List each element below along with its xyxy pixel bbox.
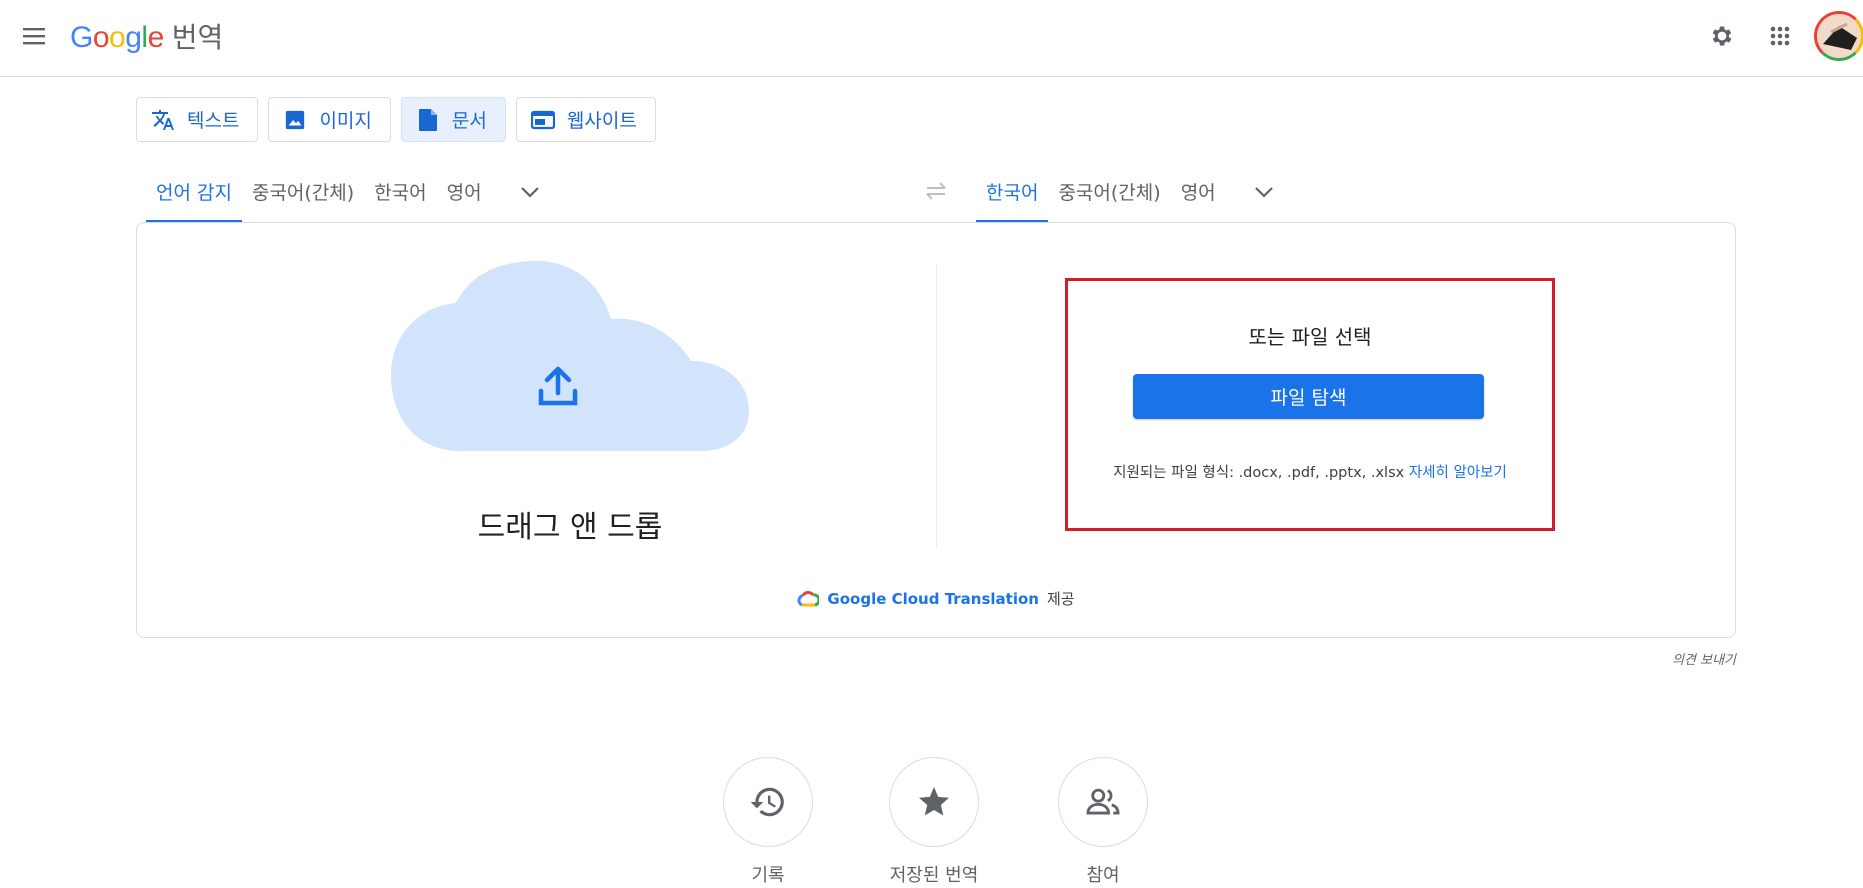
document-icon: [416, 108, 440, 132]
tab-text-label: 텍스트: [187, 110, 240, 132]
tab-text[interactable]: 텍스트: [136, 97, 259, 142]
saved-translations-label: 저장된 번역: [889, 865, 979, 886]
source-lang-korean[interactable]: 한국어: [364, 160, 436, 222]
source-lang-english[interactable]: 영어: [437, 160, 492, 222]
target-lang-korean[interactable]: 한국어: [976, 160, 1049, 222]
saved-circle: [889, 757, 979, 847]
apps-grid-icon: [1770, 26, 1790, 46]
app-header: Google 번역: [0, 0, 1863, 77]
translate-icon: [151, 108, 175, 132]
tab-website-label: 웹사이트: [566, 110, 637, 132]
send-feedback-link[interactable]: 의견 보내기: [1600, 649, 1736, 668]
target-lang-english[interactable]: 영어: [1171, 160, 1226, 222]
history-circle: [723, 757, 813, 847]
browse-files-button[interactable]: 파일 탐색: [1133, 374, 1484, 419]
tab-image-label: 이미지: [319, 110, 372, 132]
source-language-bar: 언어 감지 중국어(간체) 한국어 영어: [146, 160, 550, 222]
google-cloud-icon: [797, 590, 820, 606]
account-avatar[interactable]: [1814, 11, 1863, 61]
saved-translations-button[interactable]: 저장된 번역: [874, 757, 994, 887]
document-upload-card: 드래그 앤 드롭 또는 파일 선택 파일 탐색 지원되는 파일 형식: .doc…: [136, 222, 1736, 638]
drag-and-drop-label: 드래그 앤 드롭: [477, 510, 663, 545]
swap-languages-button[interactable]: [920, 176, 952, 206]
gear-icon: [1712, 26, 1732, 46]
target-more-languages-button[interactable]: [1244, 172, 1284, 212]
google-wordmark: Google: [70, 21, 164, 55]
logo-letter: o: [109, 21, 126, 54]
avatar-image: [1817, 14, 1861, 58]
powered-by: Google Cloud Translation 제공: [137, 588, 1735, 609]
people-icon: [1086, 788, 1120, 815]
tab-website[interactable]: 웹사이트: [515, 97, 656, 142]
product-name: 번역: [171, 21, 224, 54]
card-divider: [936, 265, 937, 547]
tab-document-label: 문서: [451, 110, 487, 132]
mode-tabs: 텍스트 이미지 문서 웹사이트: [136, 97, 656, 142]
google-translate-logo[interactable]: Google 번역: [70, 16, 223, 56]
powered-by-suffix: 제공: [1046, 590, 1075, 608]
learn-more-link[interactable]: 자세히 알아보기: [1409, 465, 1507, 481]
website-icon: [530, 108, 555, 132]
target-language-bar: 한국어 중국어(간체) 영어: [976, 160, 1284, 222]
community-button[interactable]: 참여: [1043, 757, 1163, 887]
logo-letter: g: [125, 21, 142, 54]
target-lang-chinese[interactable]: 중국어(간체): [1048, 160, 1170, 222]
source-lang-detect[interactable]: 언어 감지: [146, 160, 242, 222]
logo-letter: e: [147, 21, 165, 54]
source-lang-chinese[interactable]: 중국어(간체): [242, 160, 364, 222]
history-icon: [750, 787, 784, 817]
logo-letter: G: [70, 21, 93, 54]
google-cloud-translation-link[interactable]: Google Cloud Translation: [827, 590, 1039, 608]
history-button[interactable]: 기록: [708, 757, 828, 887]
or-select-file-label: 또는 파일 선택: [1248, 325, 1372, 349]
tab-document[interactable]: 문서: [400, 97, 506, 142]
swap-icon: [926, 182, 946, 200]
logo-letter: o: [92, 21, 110, 54]
supported-formats-text: 지원되는 파일 형식: .docx, .pdf, .pptx, .xlsx: [1113, 465, 1405, 481]
file-select-panel: 또는 파일 선택 파일 탐색 지원되는 파일 형식: .docx, .pdf, …: [1065, 278, 1555, 531]
source-more-languages-button[interactable]: [510, 172, 550, 212]
main-menu-button[interactable]: [18, 20, 50, 52]
upload-icon: [538, 366, 578, 406]
history-label: 기록: [751, 865, 785, 886]
supported-formats: 지원되는 파일 형식: .docx, .pdf, .pptx, .xlsx 자세…: [1068, 461, 1552, 482]
tab-image[interactable]: 이미지: [268, 97, 391, 142]
cloud-illustration: [391, 261, 749, 451]
menu-icon: [23, 28, 45, 45]
chevron-down-icon: [520, 187, 539, 198]
settings-button[interactable]: [1704, 18, 1740, 54]
star-icon: [919, 787, 949, 816]
chevron-down-icon: [1254, 187, 1273, 198]
image-icon: [283, 108, 307, 132]
community-circle: [1058, 757, 1148, 847]
google-apps-button[interactable]: [1762, 18, 1798, 54]
community-label: 참여: [1086, 865, 1120, 886]
